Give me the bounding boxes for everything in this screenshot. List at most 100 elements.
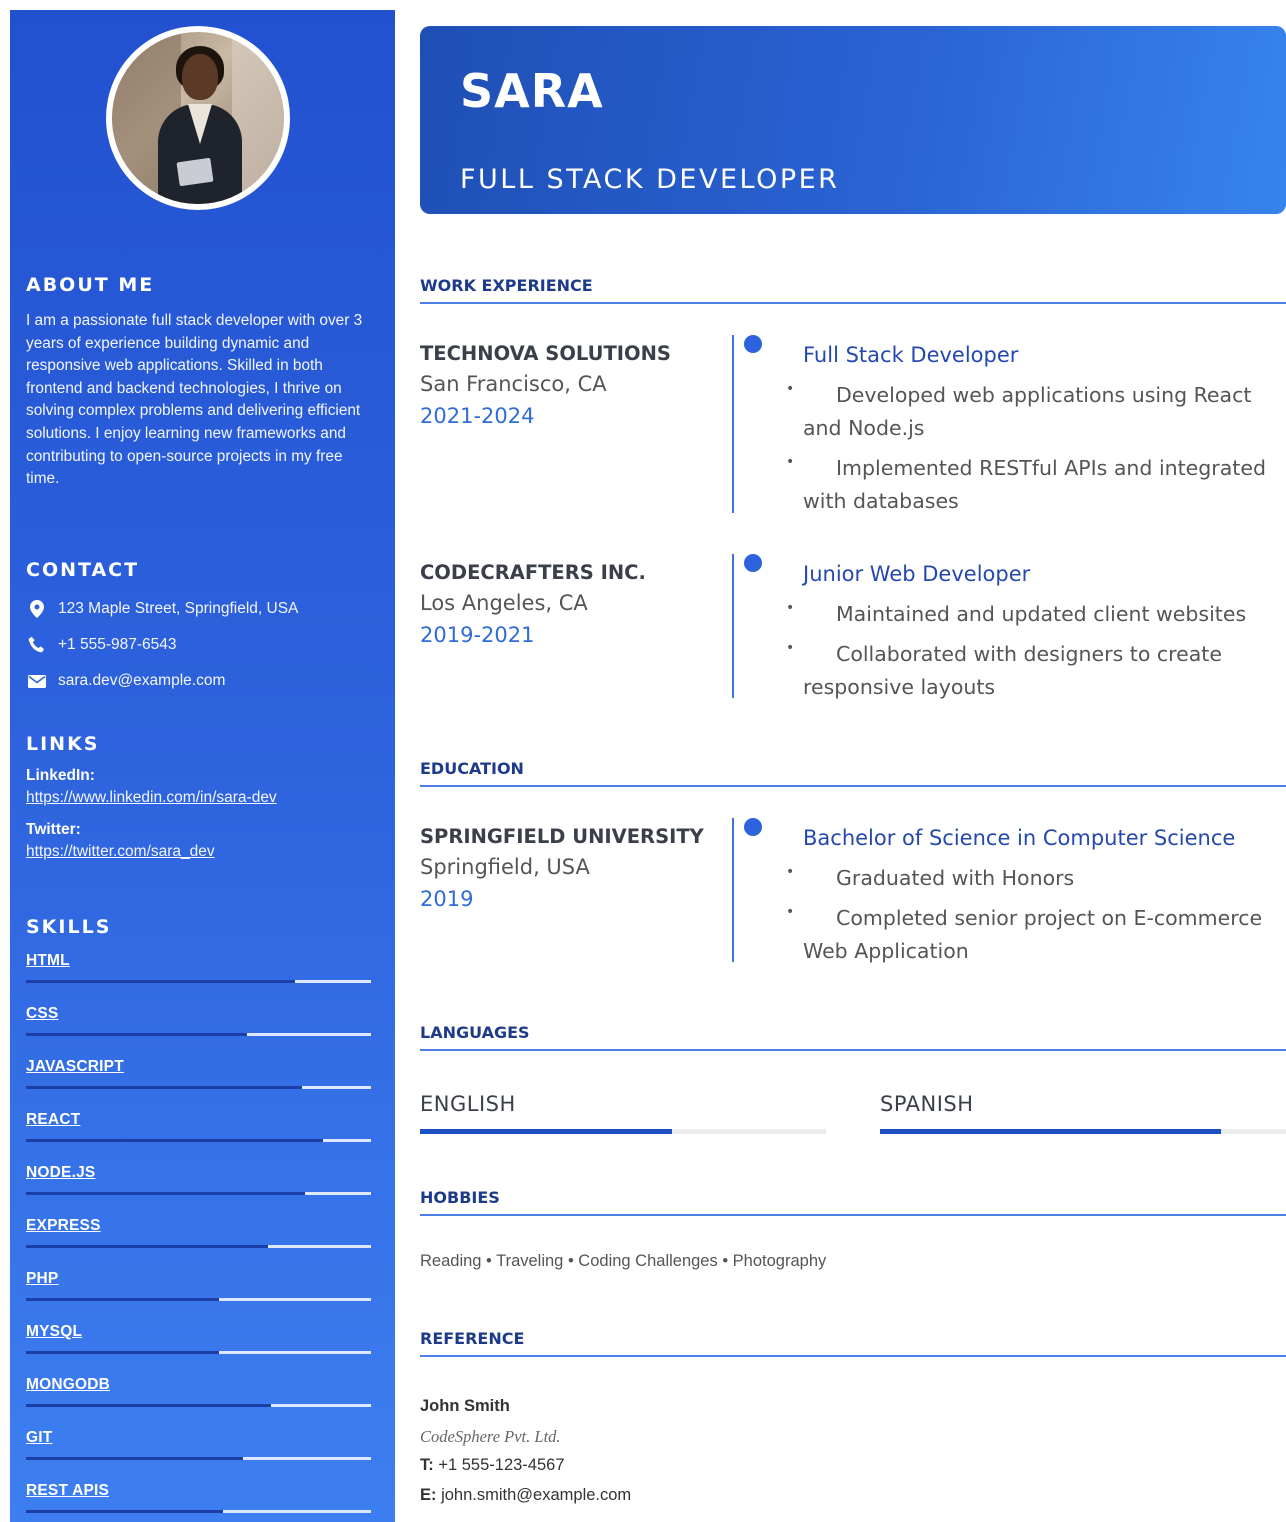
skill-item: MONGODB	[26, 1370, 371, 1423]
skill-item: REST APIS	[26, 1476, 371, 1522]
skill-bar	[26, 980, 371, 983]
skill-name: NODE.JS	[26, 1164, 96, 1181]
education-year: 2019	[420, 887, 474, 911]
skill-name: HTML	[26, 952, 70, 969]
contact-heading: CONTACT	[26, 559, 140, 581]
education-heading: EDUCATION	[420, 759, 1286, 787]
skills-heading: SKILLS	[26, 916, 112, 938]
list-item: Maintained and updated client websites	[786, 592, 1273, 631]
mail-icon	[26, 672, 48, 690]
skill-bar-fill	[26, 1245, 268, 1248]
contact-section: CONTACT 123 Maple Street, Springfield, U…	[26, 559, 371, 699]
timeline-dot	[744, 818, 762, 836]
sidebar: ABOUT ME I am a passionate full stack de…	[10, 10, 395, 1522]
hobbies-text: Reading • Traveling • Coding Challenges …	[420, 1252, 827, 1270]
skill-name: CSS	[26, 1005, 59, 1022]
skill-bar-fill	[26, 1351, 220, 1354]
skill-item: MYSQL	[26, 1317, 371, 1370]
hobbies-heading: HOBBIES	[420, 1188, 1286, 1216]
about-heading: ABOUT ME	[26, 274, 155, 296]
reference-email[interactable]: E: john.smith@example.com	[420, 1481, 631, 1511]
linkedin-label: LinkedIn:	[26, 767, 95, 784]
list-item: Graduated with Honors	[786, 856, 1273, 895]
skill-bar	[26, 1351, 371, 1354]
location-pin-icon	[26, 600, 48, 618]
language-spanish: SPANISH	[880, 1092, 1286, 1134]
skill-name: REST APIS	[26, 1482, 110, 1499]
skill-bar-fill	[26, 1298, 220, 1301]
profile-photo-frame	[106, 26, 290, 210]
skill-bar-fill	[26, 980, 296, 983]
timeline-dot	[744, 335, 762, 353]
links-heading: LINKS	[26, 733, 100, 755]
list-item: Collaborated with designers to create re…	[786, 632, 1273, 704]
timeline-line	[732, 554, 734, 698]
skill-bar	[26, 1033, 371, 1036]
skill-bar	[26, 1192, 371, 1195]
reference-name: John Smith	[420, 1397, 510, 1415]
education-bullets: Graduated with Honors Completed senior p…	[786, 856, 1273, 975]
skill-item: PHP	[26, 1264, 371, 1317]
skill-bar	[26, 1139, 371, 1142]
skill-name: GIT	[26, 1429, 53, 1446]
skill-item: JAVASCRIPT	[26, 1052, 371, 1105]
skill-name: JAVASCRIPT	[26, 1058, 124, 1075]
profile-photo	[112, 32, 284, 204]
timeline-dot	[744, 554, 762, 572]
skill-item: EXPRESS	[26, 1211, 371, 1264]
work-bullets: Developed web applications using React a…	[786, 373, 1273, 525]
links-section: LINKS LinkedIn: https://www.linkedin.com…	[26, 733, 371, 861]
phone-icon	[26, 636, 48, 654]
education-degree: Bachelor of Science in Computer Science	[803, 826, 1236, 850]
reference-phone: T: +1 555-123-4567	[420, 1456, 565, 1474]
profile-name: SARA	[460, 64, 604, 118]
skill-item: REACT	[26, 1105, 371, 1158]
language-bar-fill	[420, 1129, 672, 1134]
work-role: Junior Web Developer	[803, 562, 1031, 586]
list-item: Completed senior project on E-commerce W…	[786, 896, 1273, 968]
skill-item: HTML	[26, 946, 371, 999]
timeline-line	[732, 335, 734, 513]
language-name: SPANISH	[880, 1092, 974, 1116]
skill-item: GIT	[26, 1423, 371, 1476]
work-years: 2019-2021	[420, 623, 535, 647]
twitter-label: Twitter:	[26, 821, 81, 838]
about-section: ABOUT ME I am a passionate full stack de…	[26, 274, 371, 491]
skill-bar	[26, 1457, 371, 1460]
skill-bar-fill	[26, 1457, 244, 1460]
language-bar	[880, 1129, 1286, 1134]
skill-bar-fill	[26, 1192, 306, 1195]
reference-block: John Smith CodeSphere Pvt. Ltd. T: +1 55…	[420, 1392, 631, 1510]
timeline-line	[732, 818, 734, 962]
skill-bar-fill	[26, 1510, 223, 1513]
language-bar	[420, 1129, 826, 1134]
work-company: TECHNOVA SOLUTIONS San Francisco, CA 202…	[420, 343, 720, 433]
work-bullets: Maintained and updated client websites C…	[786, 592, 1273, 711]
skill-bar	[26, 1086, 371, 1089]
work-location: Los Angeles, CA	[420, 591, 588, 615]
skill-item: CSS	[26, 999, 371, 1052]
twitter-link[interactable]: https://twitter.com/sara_dev	[26, 843, 371, 861]
list-item: Implemented RESTful APIs and integrated …	[786, 446, 1273, 518]
skill-bar-fill	[26, 1033, 247, 1036]
education-school: SPRINGFIELD UNIVERSITY Springfield, USA …	[420, 826, 720, 916]
work-role: Full Stack Developer	[803, 343, 1019, 367]
contact-phone-text: +1 555-987-6543	[58, 636, 177, 653]
work-location: San Francisco, CA	[420, 372, 607, 396]
skill-bar	[26, 1245, 371, 1248]
reference-company: CodeSphere Pvt. Ltd.	[420, 1426, 561, 1446]
skill-bar-fill	[26, 1139, 323, 1142]
contact-email-text: sara.dev@example.com	[58, 672, 226, 689]
contact-email[interactable]: sara.dev@example.com	[26, 663, 371, 699]
languages-heading: LANGUAGES	[420, 1023, 1286, 1051]
contact-phone[interactable]: +1 555-987-6543	[26, 627, 371, 663]
skill-name: PHP	[26, 1270, 59, 1287]
language-bar-fill	[880, 1129, 1222, 1134]
profile-title: FULL STACK DEVELOPER	[460, 164, 840, 195]
list-item: Developed web applications using React a…	[786, 373, 1273, 445]
linkedin-link[interactable]: https://www.linkedin.com/in/sara-dev	[26, 789, 371, 807]
contact-address-text: 123 Maple Street, Springfield, USA	[58, 600, 299, 617]
language-english: ENGLISH	[420, 1092, 826, 1134]
skill-name: REACT	[26, 1111, 81, 1128]
header-banner: SARA FULL STACK DEVELOPER	[420, 26, 1286, 214]
